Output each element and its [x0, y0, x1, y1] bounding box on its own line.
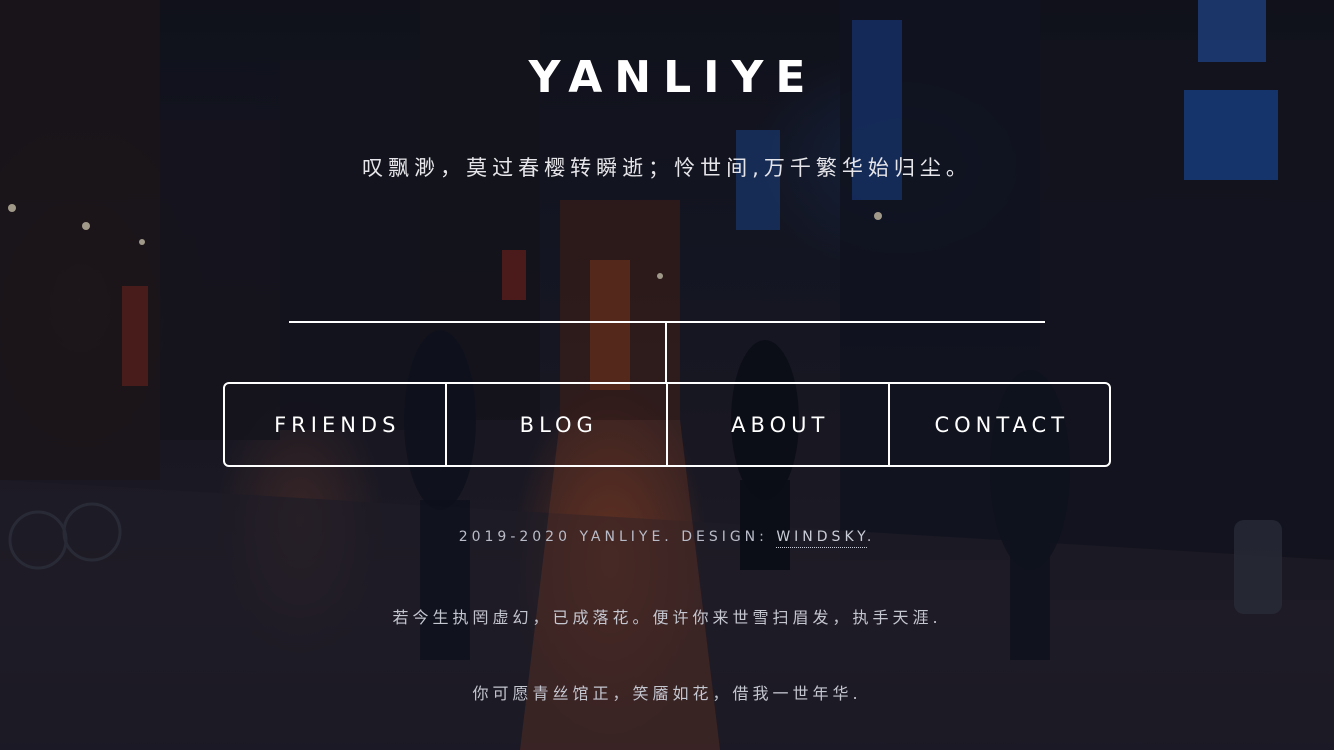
- site-title: YANLIYE: [528, 52, 818, 103]
- main-nav: FRIENDS BLOG ABOUT CONTACT: [223, 382, 1111, 467]
- dark-overlay: [0, 0, 1334, 750]
- quote-line-1: 若今生执罔虚幻，已成落花。便许你来世雪扫眉发，执手天涯.: [392, 608, 942, 627]
- copyright-text: 2019-2020 YANLIYE. DESIGN:: [458, 529, 777, 545]
- divider-connector: [665, 321, 667, 383]
- quote-line-2: 你可愿青丝馆正，笑靥如花，借我一世年华.: [472, 684, 862, 703]
- nav-friends[interactable]: FRIENDS: [225, 384, 447, 465]
- divider-line: [289, 321, 1045, 323]
- nav-contact[interactable]: CONTACT: [890, 384, 1110, 465]
- copyright-suffix: .: [866, 529, 876, 545]
- designer-link[interactable]: WINDSKY: [776, 529, 867, 548]
- nav-about[interactable]: ABOUT: [668, 384, 890, 465]
- nav-blog[interactable]: BLOG: [447, 384, 668, 465]
- site-subtitle: 叹飘渺，莫过春樱转瞬逝；怜世间,万千繁华始归尘。: [362, 156, 972, 180]
- background-photo: YANLIYE 叹飘渺，莫过春樱转瞬逝；怜世间,万千繁华始归尘。 FRIENDS…: [0, 0, 1334, 750]
- copyright-line: 2019-2020 YANLIYE. DESIGN: WINDSKY.: [0, 529, 1334, 548]
